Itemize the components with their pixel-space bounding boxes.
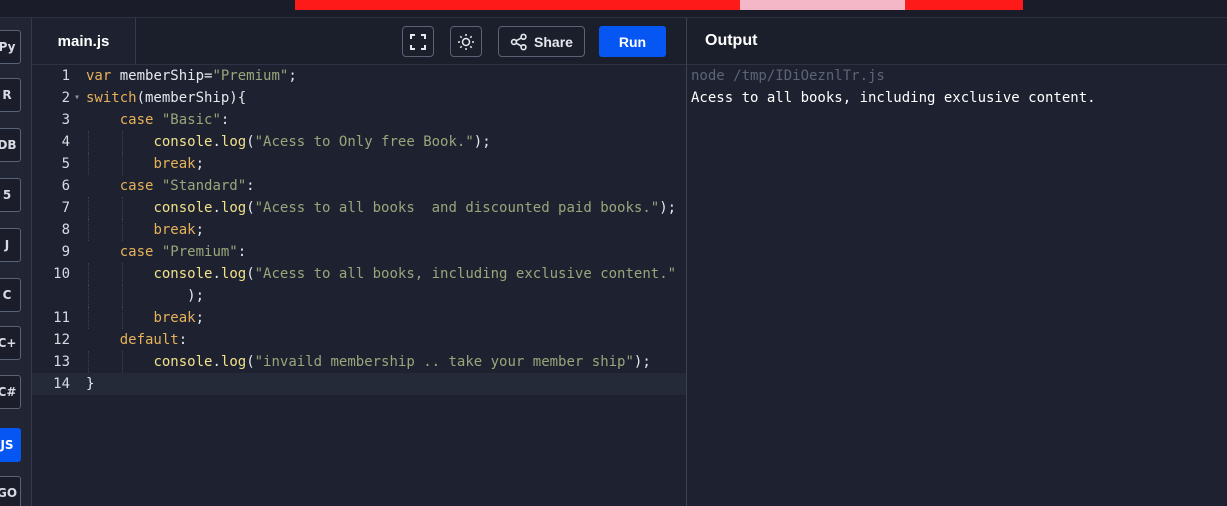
line-number: 9	[61, 244, 70, 260]
language-csharp-icon[interactable]: C#	[0, 375, 21, 409]
code-text: var memberShip="Premium";	[86, 68, 297, 84]
code-line[interactable]: 2 ▾ switch(memberShip){	[32, 87, 686, 109]
code-text: }	[86, 376, 95, 392]
line-number: 2	[61, 90, 70, 106]
code-line[interactable]: );	[32, 285, 686, 307]
code-text: break;	[153, 156, 205, 172]
line-number: 10	[53, 266, 70, 282]
code-text: break;	[153, 310, 205, 326]
line-number: 3	[61, 112, 70, 128]
line-number: 4	[61, 134, 70, 150]
language-sql-icon[interactable]: DB	[0, 128, 21, 162]
code-text: console.log("invaild membership .. take …	[153, 354, 651, 370]
share-label: Share	[534, 33, 573, 50]
code-line[interactable]: 10 console.log("Acess to all books, incl…	[32, 263, 686, 285]
language-java-icon[interactable]: J	[0, 228, 21, 262]
line-number: 13	[53, 354, 70, 370]
file-tab-main-js[interactable]: main.js	[32, 18, 136, 64]
code-line[interactable]: 8 break;	[32, 219, 686, 241]
code-text: console.log("Acess to all books and disc…	[153, 200, 677, 216]
language-html-icon[interactable]: 5	[0, 178, 21, 212]
code-text: );	[86, 288, 205, 304]
code-line[interactable]: 6 case "Standard":	[32, 175, 686, 197]
code-text: case "Premium":	[119, 244, 247, 260]
ad-image[interactable]	[740, 0, 905, 10]
code-line[interactable]: 12 default:	[32, 329, 686, 351]
code-line[interactable]: 14}	[32, 373, 686, 395]
run-button[interactable]: Run	[599, 26, 666, 57]
fullscreen-button[interactable]	[402, 26, 434, 57]
language-cpp-icon[interactable]: C+	[0, 326, 21, 360]
fullscreen-icon	[410, 33, 426, 50]
theme-toggle-button[interactable]	[450, 26, 482, 57]
line-number: 6	[61, 178, 70, 194]
line-number: 11	[53, 310, 70, 326]
code-text: default:	[119, 332, 188, 348]
output-title: Output	[705, 32, 758, 49]
fold-arrow-icon[interactable]: ▾	[74, 87, 80, 109]
language-go-icon[interactable]: GO	[0, 476, 21, 506]
language-python-icon[interactable]: Py	[0, 30, 21, 64]
code-line[interactable]: 3 case "Basic":	[32, 109, 686, 131]
language-r-icon[interactable]: R	[0, 78, 21, 112]
line-number: 14	[53, 376, 70, 392]
share-icon	[510, 33, 527, 50]
output-panel: node /tmp/IDiOeznlTr.js Acess to all boo…	[687, 65, 1227, 506]
line-number: 12	[53, 332, 70, 348]
code-line[interactable]: 13 console.log("invaild membership .. ta…	[32, 351, 686, 373]
code-text: console.log("Acess to all books, includi…	[153, 266, 677, 282]
code-text: case "Basic":	[119, 112, 230, 128]
code-line[interactable]: 5 break;	[32, 153, 686, 175]
code-line[interactable]: 1 var memberShip="Premium";	[32, 65, 686, 87]
code-text: switch(memberShip){	[86, 90, 247, 106]
code-text: break;	[153, 222, 205, 238]
code-line[interactable]: 4 console.log("Acess to Only free Book."…	[32, 131, 686, 153]
sun-icon	[458, 33, 474, 50]
code-text: console.log("Acess to Only free Book.");	[153, 134, 491, 150]
code-text: case "Standard":	[119, 178, 255, 194]
editor-header: main.js Share Run	[32, 18, 686, 65]
language-sidebar: Py R DB 5 JC C+ C# JS GO	[0, 18, 32, 506]
line-number: 5	[61, 156, 70, 172]
line-number: 1	[61, 68, 70, 84]
share-button[interactable]: Share	[498, 26, 585, 57]
line-number: 7	[61, 200, 70, 216]
ad-banner[interactable]	[295, 0, 1023, 10]
code-line[interactable]: 9 case "Premium":	[32, 241, 686, 263]
output-command: node /tmp/IDiOeznlTr.js	[691, 68, 885, 84]
language-c-icon[interactable]: C	[0, 278, 21, 312]
code-editor[interactable]: 1 var memberShip="Premium"; 2 ▾ switch(membe…	[32, 65, 686, 506]
output-header: Output	[687, 18, 1227, 65]
output-result: Acess to all books, including exclusive …	[691, 90, 1096, 106]
code-line[interactable]: 11 break;	[32, 307, 686, 329]
line-number: 8	[61, 222, 70, 238]
language-javascript-icon[interactable]: JS	[0, 428, 21, 462]
code-line[interactable]: 7 console.log("Acess to all books and di…	[32, 197, 686, 219]
